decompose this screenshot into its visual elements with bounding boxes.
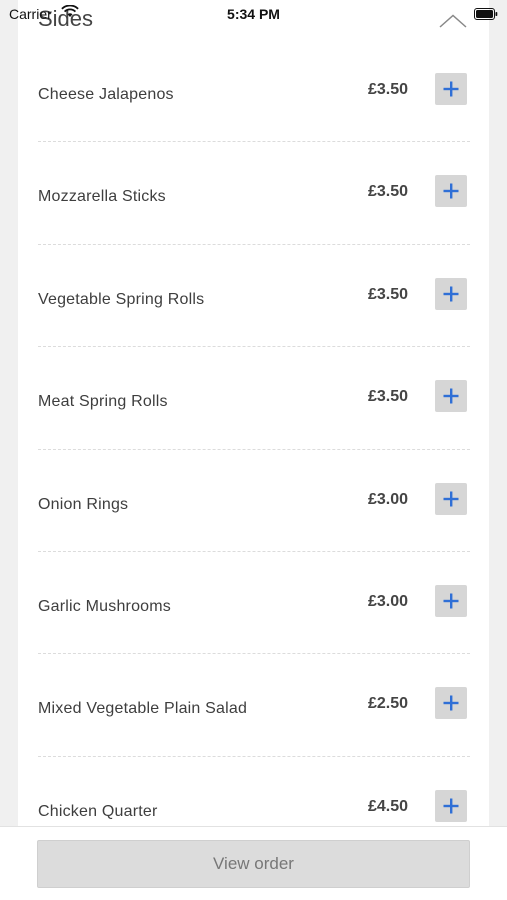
plus-icon <box>443 798 459 814</box>
item-price: £3.00 <box>367 592 408 610</box>
item-name: Mozzarella Sticks <box>38 188 166 206</box>
plus-icon <box>443 286 459 302</box>
view-order-button[interactable]: View order <box>37 840 470 888</box>
list-item: Garlic Mushrooms £3.00 <box>38 552 470 655</box>
sides-list: Cheese Jalapenos £3.50 Mozzarella Sticks £3… <box>38 40 470 858</box>
add-item-button[interactable] <box>435 482 467 515</box>
item-price: £3.50 <box>367 388 408 406</box>
item-price: £2.50 <box>367 695 408 713</box>
item-name: Garlic Mushrooms <box>38 597 172 615</box>
add-item-button[interactable] <box>435 73 467 105</box>
status-bar: Carrier 5:34 PM <box>0 0 507 28</box>
item-price: £3.50 <box>367 183 408 201</box>
item-name: Mixed Vegetable Plain Salad <box>38 700 248 718</box>
item-price: £3.50 <box>367 285 408 303</box>
list-item: Onion Rings £3.00 <box>38 450 470 552</box>
add-item-button[interactable] <box>435 687 467 720</box>
battery-icon <box>474 7 498 20</box>
item-name: Vegetable Spring Rolls <box>38 290 205 308</box>
list-item: Mixed Vegetable Plain Salad £2.50 <box>38 654 470 757</box>
item-name: Onion Rings <box>38 495 129 513</box>
add-item-button[interactable] <box>435 789 467 822</box>
add-item-button[interactable] <box>435 584 467 617</box>
add-item-button[interactable] <box>435 277 467 310</box>
plus-icon <box>443 81 459 97</box>
item-name: Cheese Jalapenos <box>38 86 174 103</box>
add-item-button[interactable] <box>435 175 467 208</box>
item-price: £3.50 <box>367 81 408 98</box>
plus-icon <box>443 593 459 609</box>
item-price: £3.00 <box>367 490 408 508</box>
plus-icon <box>443 491 459 507</box>
bottom-bar: View order <box>0 826 507 900</box>
plus-icon <box>443 695 459 711</box>
item-name: Chicken Quarter <box>38 802 158 820</box>
list-item: Cheese Jalapenos £3.50 <box>38 40 470 143</box>
list-item: Vegetable Spring Rolls £3.50 <box>38 245 470 348</box>
app-screen: Carrier 5:34 PM Sides Cheese Jalapenos £3… <box>0 0 507 900</box>
plus-icon <box>443 388 459 404</box>
clock: 5:34 PM <box>227 6 280 22</box>
add-item-button[interactable] <box>435 380 467 413</box>
plus-icon <box>443 183 459 199</box>
list-item: Mozzarella Sticks £3.50 <box>38 142 470 245</box>
item-price: £4.50 <box>367 797 408 815</box>
list-item: Meat Spring Rolls £3.50 <box>38 347 470 450</box>
item-name: Meat Spring Rolls <box>38 393 168 411</box>
